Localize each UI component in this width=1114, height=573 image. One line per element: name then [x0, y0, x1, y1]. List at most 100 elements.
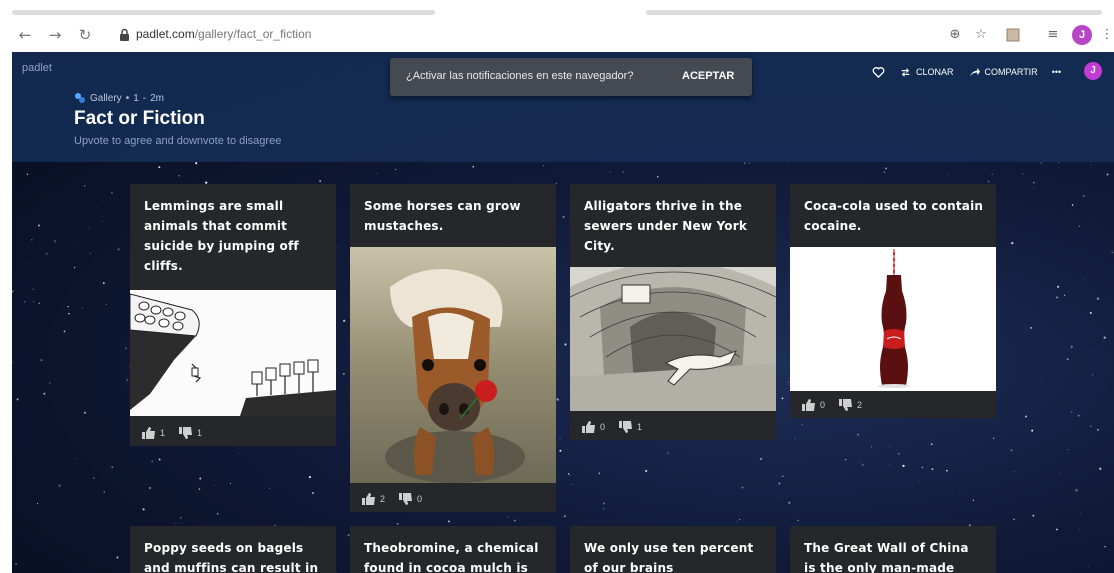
post-card[interactable]: We only use ten percent of our brains — [570, 526, 776, 573]
star — [229, 482, 232, 484]
star — [778, 482, 781, 485]
star — [1097, 428, 1099, 431]
back-arrow-icon[interactable]: ← — [16, 26, 34, 44]
address-bar[interactable]: padlet.com/gallery/fact_or_fiction — [110, 23, 935, 47]
star — [1069, 373, 1070, 374]
star — [861, 463, 864, 466]
star — [797, 519, 799, 522]
thumbs-down-icon[interactable] — [619, 421, 633, 433]
star — [598, 472, 601, 475]
star — [1070, 345, 1073, 348]
star — [89, 252, 91, 254]
star — [67, 305, 69, 308]
star — [902, 464, 905, 468]
star — [946, 469, 948, 472]
star — [845, 458, 847, 461]
star — [1106, 173, 1109, 176]
accept-notifications-button[interactable]: ACEPTAR — [682, 70, 734, 82]
star — [857, 433, 859, 436]
reading-list-icon[interactable]: ≡ — [1044, 26, 1062, 44]
post-image-lemmings[interactable] — [130, 290, 336, 416]
like-board-button[interactable] — [872, 66, 885, 79]
tab-bar-left[interactable] — [12, 10, 435, 15]
post-card[interactable]: Poppy seeds on bagels and muffins can re… — [130, 526, 336, 573]
star — [38, 302, 41, 305]
star — [82, 307, 84, 309]
post-card[interactable]: The Great Wall of China is the only man-… — [790, 526, 996, 573]
star — [871, 446, 873, 448]
star — [1075, 489, 1078, 492]
post-image-pony[interactable] — [350, 247, 556, 483]
thumbs-up-icon[interactable] — [802, 399, 816, 411]
star — [283, 471, 285, 473]
star — [930, 443, 933, 446]
thumbs-up-icon[interactable] — [582, 421, 596, 433]
star — [859, 460, 861, 462]
thumbs-up-icon[interactable] — [142, 427, 156, 439]
star — [158, 166, 161, 169]
star — [1089, 311, 1092, 314]
star — [1056, 296, 1059, 299]
star — [1030, 326, 1033, 329]
star — [1032, 514, 1035, 517]
post-card[interactable]: Theobromine, a chemical found in cocoa m… — [350, 526, 556, 573]
star — [342, 372, 345, 375]
star — [781, 397, 784, 400]
star — [883, 171, 886, 173]
tab-bar-right[interactable] — [646, 10, 1102, 15]
downvote-count: 1 — [637, 422, 643, 432]
star — [921, 466, 924, 469]
star — [216, 512, 219, 515]
star — [1082, 195, 1085, 198]
star — [782, 475, 784, 478]
thumbs-up-icon[interactable] — [362, 493, 376, 505]
star — [1083, 296, 1084, 298]
vote-bar: 2 0 — [362, 492, 422, 506]
share-button[interactable]: COMPARTIR — [968, 66, 1038, 79]
post-card[interactable]: Alligators thrive in the sewers under Ne… — [570, 184, 776, 440]
star-icon[interactable]: ☆ — [972, 26, 990, 44]
post-image-coke-bottle[interactable] — [790, 247, 996, 391]
browser-menu-icon[interactable]: ⋮ — [1098, 26, 1114, 44]
star — [101, 220, 103, 222]
reload-icon[interactable]: ↻ — [76, 26, 94, 44]
post-card[interactable]: Lemmings are small animals that commit s… — [130, 184, 336, 446]
clone-button[interactable]: CLONAR — [899, 66, 954, 79]
post-text: Theobromine, a chemical found in cocoa m… — [364, 541, 539, 573]
star — [602, 508, 604, 510]
star — [1078, 225, 1081, 228]
gallery-label[interactable]: Gallery — [90, 93, 122, 104]
star — [199, 477, 202, 480]
user-avatar[interactable]: J — [1084, 62, 1102, 80]
more-options-button[interactable]: ••• — [1052, 67, 1061, 77]
post-card[interactable]: Coca-cola used to contain cocaine. 0 2 — [790, 184, 996, 418]
padlet-logo[interactable]: padlet — [22, 62, 52, 74]
browser-toolbar: ← → ↻ padlet.com/gallery/fact_or_fiction… — [0, 20, 1114, 50]
star — [31, 238, 33, 241]
thumbs-down-icon[interactable] — [839, 399, 853, 411]
post-image-sewer[interactable] — [570, 267, 776, 411]
star — [308, 476, 311, 479]
gallery-icon — [75, 93, 85, 103]
post-card[interactable]: Some horses can grow mustaches. 2 0 — [350, 184, 556, 512]
star — [556, 398, 559, 401]
star — [110, 191, 113, 194]
star — [1031, 429, 1034, 432]
star — [1071, 411, 1073, 413]
browser-profile-avatar[interactable]: J — [1072, 25, 1092, 45]
star — [12, 361, 13, 363]
extension-icon[interactable] — [1004, 26, 1022, 44]
star — [1010, 490, 1012, 492]
star — [83, 411, 87, 414]
forward-arrow-icon[interactable]: → — [46, 26, 64, 44]
star — [158, 458, 161, 461]
star — [1057, 285, 1060, 288]
thumbs-down-icon[interactable] — [179, 427, 193, 439]
star — [63, 330, 66, 333]
star — [555, 182, 557, 184]
thumbs-down-icon[interactable] — [399, 493, 413, 505]
add-site-icon[interactable]: ⊕ — [946, 26, 964, 44]
star — [744, 162, 746, 164]
upvote-count: 1 — [160, 428, 166, 438]
board-title: Fact or Fiction — [74, 108, 205, 129]
